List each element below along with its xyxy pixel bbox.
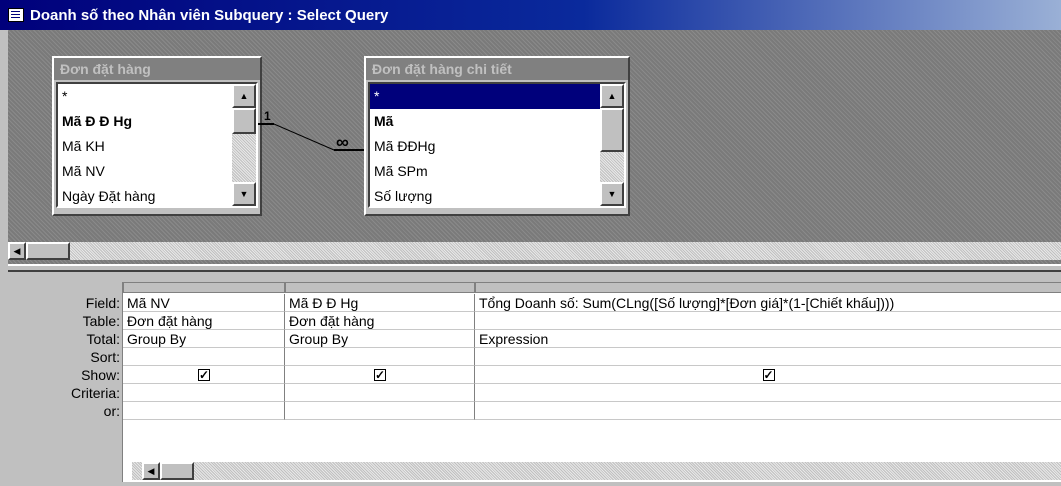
table-title[interactable]: Đơn đặt hàng bbox=[54, 58, 260, 80]
field-list-item[interactable]: Ngày Đặt hàng bbox=[58, 184, 256, 206]
table-pane-horizontal-scrollbar[interactable]: ◀ bbox=[8, 242, 1061, 260]
field-list-item[interactable]: * bbox=[58, 84, 256, 109]
vertical-scrollbar[interactable]: ▲ ▼ bbox=[232, 84, 256, 206]
grid-cell-total[interactable]: Group By bbox=[123, 330, 285, 348]
many-label: ∞ bbox=[336, 132, 349, 152]
scroll-down-button[interactable]: ▼ bbox=[232, 182, 256, 206]
grid-cell-criteria[interactable] bbox=[123, 384, 285, 402]
field-list[interactable]: * Mã Mã ĐĐHg Mã SPm Số lượng ▲ ▼ bbox=[368, 82, 626, 208]
grid-cell-show[interactable] bbox=[123, 366, 285, 384]
scroll-left-button[interactable]: ◀ bbox=[8, 242, 26, 260]
field-list-item[interactable]: Mã SPm bbox=[370, 159, 624, 184]
grid-cell-sort[interactable] bbox=[475, 348, 1061, 366]
grid-cell-criteria[interactable] bbox=[475, 384, 1061, 402]
design-grid[interactable]: Mã NVĐơn đặt hàngGroup ByMã Đ Đ HgĐơn đặ… bbox=[122, 282, 1061, 482]
column-selector[interactable] bbox=[123, 282, 285, 293]
table-box-don-dat-hang-chi-tiet[interactable]: Đơn đặt hàng chi tiết * Mã Mã ĐĐHg Mã SPm Số… bbox=[364, 56, 630, 216]
show-checkbox[interactable] bbox=[198, 366, 210, 383]
scroll-up-button[interactable]: ▲ bbox=[232, 84, 256, 108]
grid-cell-table[interactable]: Đơn đặt hàng bbox=[285, 312, 475, 330]
grid-row-label: Criteria: bbox=[70, 385, 120, 401]
field-list-item[interactable]: * bbox=[370, 84, 624, 109]
grid-cell-field[interactable]: Tổng Doanh số: Sum(CLng([Số lượng]*[Đơn … bbox=[475, 294, 1061, 312]
table-box-don-dat-hang[interactable]: Đơn đặt hàng * Mã Đ Đ Hg Mã KH Mã NV Ngày Đặ… bbox=[52, 56, 262, 216]
vertical-scrollbar[interactable]: ▲ ▼ bbox=[600, 84, 624, 206]
scroll-thumb[interactable] bbox=[26, 242, 70, 260]
field-list-item[interactable]: Mã Đ Đ Hg bbox=[58, 109, 256, 134]
window-titlebar[interactable]: Doanh số theo Nhân viên Subquery : Selec… bbox=[0, 0, 1061, 30]
scroll-up-button[interactable]: ▲ bbox=[600, 84, 624, 108]
pane-splitter[interactable] bbox=[8, 264, 1061, 272]
field-list-item[interactable]: Mã bbox=[370, 109, 624, 134]
grid-cell-total[interactable]: Group By bbox=[285, 330, 475, 348]
field-list-item[interactable]: Mã KH bbox=[58, 134, 256, 159]
table-pane[interactable]: Đơn đặt hàng * Mã Đ Đ Hg Mã KH Mã NV Ngày Đặ… bbox=[8, 30, 1061, 264]
grid-cell-table[interactable] bbox=[475, 312, 1061, 330]
scroll-thumb[interactable] bbox=[160, 462, 194, 480]
one-label: 1 bbox=[264, 110, 271, 123]
grid-row-label: Total: bbox=[86, 331, 120, 347]
grid-cell-criteria[interactable] bbox=[285, 384, 475, 402]
field-list[interactable]: * Mã Đ Đ Hg Mã KH Mã NV Ngày Đặt hàng ▲ ▼ bbox=[56, 82, 258, 208]
scroll-thumb[interactable] bbox=[600, 108, 624, 152]
grid-cell-sort[interactable] bbox=[285, 348, 475, 366]
grid-row-label: or: bbox=[103, 403, 120, 419]
column-selector[interactable] bbox=[475, 282, 1061, 293]
table-title[interactable]: Đơn đặt hàng chi tiết bbox=[366, 58, 628, 80]
grid-cell-total[interactable]: Expression bbox=[475, 330, 1061, 348]
field-list-item[interactable]: Mã ĐĐHg bbox=[370, 134, 624, 159]
grid-cell-field[interactable]: Mã Đ Đ Hg bbox=[285, 294, 475, 312]
grid-cell-or[interactable] bbox=[123, 402, 285, 420]
show-checkbox[interactable] bbox=[374, 366, 386, 383]
show-checkbox[interactable] bbox=[762, 366, 775, 383]
query-window-icon bbox=[8, 8, 24, 22]
grid-cell-show[interactable] bbox=[475, 366, 1061, 384]
field-list-item[interactable]: Số lượng bbox=[370, 184, 624, 206]
grid-cell-field[interactable]: Mã NV bbox=[123, 294, 285, 312]
grid-row-label: Table: bbox=[82, 313, 120, 329]
column-selector[interactable] bbox=[285, 282, 475, 293]
grid-cell-or[interactable] bbox=[285, 402, 475, 420]
relationship-line: 1 ∞ bbox=[258, 110, 370, 152]
window-title: Doanh số theo Nhân viên Subquery : Selec… bbox=[30, 6, 389, 24]
grid-row-label: Show: bbox=[81, 367, 120, 383]
scroll-thumb[interactable] bbox=[232, 108, 256, 134]
grid-cell-or[interactable] bbox=[475, 402, 1061, 420]
grid-cell-sort[interactable] bbox=[123, 348, 285, 366]
grid-row-label: Sort: bbox=[90, 349, 120, 365]
field-list-item[interactable]: Mã NV bbox=[58, 159, 256, 184]
grid-cell-show[interactable] bbox=[285, 366, 475, 384]
scroll-left-button[interactable]: ◀ bbox=[142, 462, 160, 480]
scroll-down-button[interactable]: ▼ bbox=[600, 182, 624, 206]
design-grid-pane[interactable]: Field: Table: Total: Sort: Show: Criteria: or:… bbox=[8, 272, 1061, 486]
grid-row-label: Field: bbox=[85, 295, 120, 311]
grid-cell-table[interactable]: Đơn đặt hàng bbox=[123, 312, 285, 330]
grid-horizontal-scrollbar[interactable]: ◀ bbox=[132, 462, 1061, 480]
